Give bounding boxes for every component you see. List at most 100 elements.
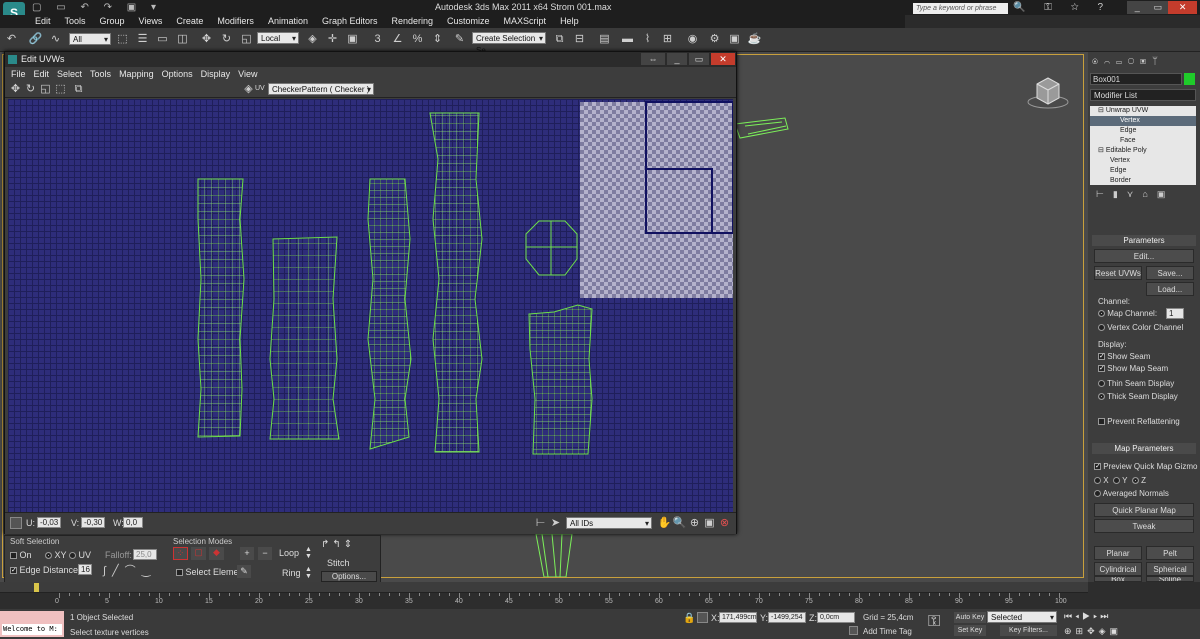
- axis-radios[interactable]: X Y Z: [1094, 476, 1146, 485]
- ring-button[interactable]: Ring: [282, 568, 301, 578]
- stack-poly-edge[interactable]: Edge: [1090, 166, 1196, 176]
- menu-help[interactable]: Help: [553, 15, 586, 28]
- uvw-close-icon[interactable]: ✕: [711, 53, 735, 65]
- quick-access-toolbar[interactable]: ▢ ▭ ↶ ↷ ▣ ▾: [32, 2, 162, 13]
- named-selection-dropdown[interactable]: Create Selection Se: [472, 32, 546, 55]
- mirror-icon[interactable]: ⧉: [552, 32, 567, 47]
- uvw-menu-select[interactable]: Select: [53, 67, 86, 81]
- set-key-button[interactable]: Set Key: [954, 625, 986, 636]
- select-element-checkbox[interactable]: Select Element: [176, 567, 246, 577]
- stack-editable-poly[interactable]: ⊟ Editable Poly: [1090, 146, 1196, 156]
- keyboard-shortcut-override-icon[interactable]: ▣: [345, 32, 360, 47]
- menu-modifiers[interactable]: Modifiers: [210, 15, 261, 28]
- edge-distance-field[interactable]: 16: [78, 564, 92, 575]
- uvw-move-icon[interactable]: ✥: [8, 82, 23, 97]
- thin-seam-radio[interactable]: Thin Seam Display: [1098, 379, 1174, 388]
- window-crossing-icon[interactable]: ◫: [175, 32, 190, 47]
- command-panel-tabs[interactable]: ◉⌒▭◯▣ᛘ: [1092, 56, 1164, 67]
- absolute-transform-icon[interactable]: [697, 612, 708, 623]
- modifier-stack[interactable]: ⊟ Unwrap UVW Vertex Edge Face ⊟ Editable…: [1090, 106, 1196, 185]
- menu-rendering[interactable]: Rendering: [385, 15, 441, 28]
- uvw-minimize-icon[interactable]: _: [667, 53, 687, 65]
- lock-selection-icon-status[interactable]: 🔒: [683, 613, 695, 624]
- object-color-swatch[interactable]: [1184, 73, 1195, 85]
- playback-controls[interactable]: ⏮◂▶▸⏭: [1064, 611, 1111, 622]
- select-manipulate-icon[interactable]: ✛: [325, 32, 340, 47]
- uvw-rotate-icon[interactable]: ↻: [23, 82, 38, 97]
- edge-distance-checkbox[interactable]: ✓ Edge Distance: [10, 565, 78, 575]
- vertex-mode-icon[interactable]: ⁘: [173, 547, 188, 560]
- snaps-toggle-icon[interactable]: 3: [370, 32, 385, 47]
- rectangular-selection-icon[interactable]: ▭: [155, 32, 170, 47]
- stitch-tools-icons[interactable]: ↱↰⇕: [321, 539, 355, 550]
- uvw-restore-icon[interactable]: ⇔: [641, 53, 665, 65]
- select-object-icon[interactable]: ⬚: [115, 32, 130, 47]
- stitch-button[interactable]: Stitch: [327, 558, 350, 568]
- link-icon[interactable]: 🔗: [28, 32, 43, 47]
- map-parameters-heading[interactable]: Map Parameters: [1092, 443, 1196, 454]
- search-input[interactable]: Type a keyword or phrase: [913, 3, 1008, 14]
- menu-create[interactable]: Create: [169, 15, 210, 28]
- menu-customize[interactable]: Customize: [440, 15, 497, 28]
- timeline[interactable]: 0 5 10 15 20 25 30 35 40 45 50 55 60 65 70 75 80 85 90 95 10…: [0, 582, 1200, 609]
- close-icon[interactable]: ✕: [1168, 1, 1198, 14]
- uvw-menu-mapping[interactable]: Mapping: [115, 67, 158, 81]
- object-name-field[interactable]: Box001: [1090, 73, 1182, 85]
- schematic-view-icon[interactable]: ⊞: [660, 32, 675, 47]
- uv-radio[interactable]: UV: [69, 550, 91, 560]
- uvw-maximize-icon[interactable]: ▭: [689, 53, 709, 65]
- viewport-nav-controls[interactable]: ⊕⊞✥◈▣: [1064, 626, 1122, 637]
- options-button[interactable]: Options...: [321, 571, 377, 582]
- ring-spinner-icon[interactable]: ▲ ▼: [305, 566, 312, 580]
- shrink-selection-icon[interactable]: −: [258, 547, 272, 560]
- uvw-menu-options[interactable]: Options: [158, 67, 197, 81]
- menu-views[interactable]: Views: [132, 15, 170, 28]
- pelt-button[interactable]: Pelt: [1146, 546, 1194, 560]
- falloff-field[interactable]: 25,0: [133, 549, 157, 560]
- show-map-seam-checkbox[interactable]: ✓ Show Map Seam: [1098, 364, 1168, 373]
- menu-group[interactable]: Group: [93, 15, 132, 28]
- spherical-button[interactable]: Spherical: [1146, 562, 1194, 576]
- edge-mode-icon[interactable]: ▢: [191, 547, 206, 560]
- percent-snap-icon[interactable]: %: [410, 32, 425, 47]
- menu-tools[interactable]: Tools: [58, 15, 93, 28]
- spinner-snap-icon[interactable]: ⇕: [430, 32, 445, 47]
- loop-button[interactable]: Loop: [279, 548, 299, 558]
- selection-filter-dropdown[interactable]: All: [69, 33, 111, 46]
- pan-icon[interactable]: ✋: [657, 516, 672, 531]
- stack-unwrap-edge[interactable]: Edge: [1090, 126, 1196, 136]
- stack-poly-border[interactable]: Border: [1090, 176, 1196, 185]
- load-button[interactable]: Load...: [1146, 282, 1194, 296]
- modifier-list-dropdown[interactable]: Modifier List: [1090, 89, 1196, 102]
- zoom-region-icon[interactable]: ⊕: [687, 516, 702, 531]
- window-controls[interactable]: _ ▭ ✕: [1127, 1, 1198, 14]
- pivot-center-icon[interactable]: ◈: [305, 32, 320, 47]
- uvw-menu-display[interactable]: Display: [197, 67, 235, 81]
- stack-poly-vertex[interactable]: Vertex: [1090, 156, 1196, 166]
- loop-spinner-icon[interactable]: ▲ ▼: [305, 546, 312, 560]
- quick-planar-map-button[interactable]: Quick Planar Map: [1094, 503, 1194, 517]
- key-filters-button[interactable]: Key Filters...: [1000, 625, 1057, 636]
- tweak-button[interactable]: Tweak: [1094, 519, 1194, 533]
- render-setup-icon[interactable]: ⚙: [707, 32, 722, 47]
- preview-gizmo-checkbox[interactable]: ✓ Preview Quick Map Gizmo: [1094, 462, 1197, 471]
- time-slider-track[interactable]: [0, 582, 1088, 593]
- planar-button[interactable]: Planar: [1094, 546, 1142, 560]
- uv-editor-canvas[interactable]: [8, 99, 733, 512]
- zoom-extents-icon[interactable]: ▣: [702, 516, 717, 531]
- scale-icon[interactable]: ◱: [239, 32, 254, 47]
- angle-snap-icon[interactable]: ∠: [390, 32, 405, 47]
- cylindrical-button[interactable]: Cylindrical: [1094, 562, 1142, 576]
- soft-selection-on[interactable]: On: [10, 550, 32, 560]
- undo-icon[interactable]: ↶: [4, 32, 19, 47]
- bind-space-warp-icon[interactable]: ∿: [48, 32, 63, 47]
- time-slider-handle[interactable]: [34, 583, 39, 592]
- stack-unwrap-face[interactable]: Face: [1090, 136, 1196, 146]
- key-mode-dropdown[interactable]: Selected: [987, 611, 1057, 624]
- y-coord-field[interactable]: -1499,254: [768, 612, 806, 623]
- map-channel-field[interactable]: 1: [1166, 308, 1184, 319]
- material-editor-icon[interactable]: ◉: [685, 32, 700, 47]
- falloff-curve-icons[interactable]: ∫╱⌒‿: [103, 562, 156, 578]
- parameters-heading[interactable]: Parameters: [1092, 235, 1196, 246]
- select-by-name-icon[interactable]: ☰: [135, 32, 150, 47]
